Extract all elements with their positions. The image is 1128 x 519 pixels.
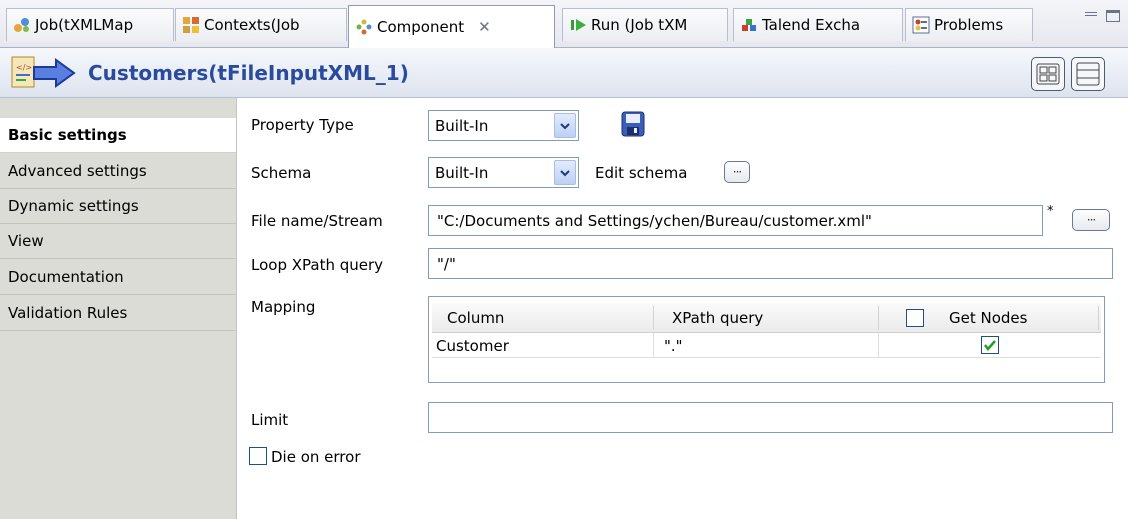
tab-label: Run (Job tXM <box>591 16 688 34</box>
file-input-xml-icon: </> <box>8 54 80 92</box>
grid-view-icon[interactable] <box>1031 57 1065 91</box>
xpath-header[interactable]: XPath query <box>672 303 763 333</box>
loop-xpath-input[interactable]: "/" <box>428 248 1113 279</box>
nav-view[interactable]: View <box>0 224 236 259</box>
table-row[interactable]: Customer "." <box>432 333 1101 358</box>
file-name-input[interactable]: "C:/Documents and Settings/ychen/Bureau/… <box>428 205 1043 236</box>
tab-label: Job(tXMLMap <box>35 16 134 34</box>
schema-label: Schema <box>251 164 312 182</box>
mapping-table-header: Column XPath query Get Nodes <box>432 303 1101 333</box>
editor-tab-bar: Job(tXMLMap Contexts(Job Component ✕ Run… <box>0 0 1128 48</box>
component-title-bar: </> Customers(tFileInputXML_1) <box>0 48 1128 98</box>
contexts-icon <box>182 16 200 34</box>
tab-talend-exchange[interactable]: Talend Excha <box>733 8 903 41</box>
schema-select[interactable]: Built-In <box>428 157 579 188</box>
tab-label: Contexts(Job <box>204 16 300 34</box>
file-name-label: File name/Stream <box>251 212 383 230</box>
tab-label: Talend Excha <box>762 16 861 34</box>
schema-value: Built-In <box>435 163 489 182</box>
nav-validation-rules[interactable]: Validation Rules <box>0 296 236 331</box>
save-icon[interactable] <box>619 110 647 138</box>
tab-job[interactable]: Job(tXMLMap <box>6 8 174 41</box>
limit-input[interactable] <box>428 402 1113 433</box>
property-type-label: Property Type <box>251 116 354 134</box>
chevron-down-icon[interactable] <box>554 113 576 138</box>
list-view-icon[interactable] <box>1071 57 1105 91</box>
job-icon <box>13 16 31 34</box>
minimize-icon[interactable] <box>1084 10 1098 22</box>
nav-dynamic-settings[interactable]: Dynamic settings <box>0 189 236 224</box>
xpath-cell[interactable]: "." <box>664 333 683 358</box>
mapping-table: Column XPath query Get Nodes Customer ".… <box>428 296 1105 383</box>
nav-advanced-settings[interactable]: Advanced settings <box>0 154 236 189</box>
problems-icon <box>912 16 930 34</box>
property-type-select[interactable]: Built-In <box>428 110 579 141</box>
die-on-error-label: Die on error <box>271 448 361 466</box>
loop-xpath-label: Loop XPath query <box>251 256 384 274</box>
tab-label: Problems <box>934 16 1004 34</box>
exchange-icon <box>740 16 758 34</box>
component-icon <box>355 18 373 36</box>
limit-label: Limit <box>251 411 289 429</box>
tab-label: Component <box>377 18 465 36</box>
property-type-value: Built-In <box>435 116 489 135</box>
close-tab-icon[interactable]: ✕ <box>478 18 491 36</box>
settings-sidebar: Basic settings Advanced settings Dynamic… <box>0 98 237 519</box>
tab-problems[interactable]: Problems <box>905 8 1033 41</box>
column-header[interactable]: Column <box>447 303 504 333</box>
nav-basic-settings[interactable]: Basic settings <box>0 118 236 153</box>
column-cell[interactable]: Customer <box>436 333 509 358</box>
checkmark-icon <box>984 340 996 351</box>
get-nodes-header[interactable]: Get Nodes <box>949 303 1027 333</box>
tab-component[interactable]: Component ✕ <box>348 5 555 48</box>
maximize-icon[interactable] <box>1106 10 1120 22</box>
run-icon <box>569 16 587 34</box>
svg-text:</>: </> <box>16 63 32 72</box>
edit-schema-button[interactable]: ··· <box>724 161 750 183</box>
window-controls <box>1084 10 1120 22</box>
browse-file-button[interactable]: ··· <box>1072 209 1110 231</box>
chevron-down-icon[interactable] <box>554 160 576 185</box>
get-nodes-select-all-checkbox[interactable] <box>906 309 924 327</box>
get-nodes-checkbox[interactable] <box>981 336 999 354</box>
die-on-error-checkbox[interactable] <box>249 447 267 465</box>
mapping-label: Mapping <box>251 298 316 316</box>
tab-run[interactable]: Run (Job tXM <box>562 8 728 41</box>
edit-schema-label: Edit schema <box>595 164 688 182</box>
tab-contexts[interactable]: Contexts(Job <box>175 8 347 41</box>
component-title: Customers(tFileInputXML_1) <box>88 61 409 85</box>
nav-documentation[interactable]: Documentation <box>0 260 236 295</box>
required-mark: * <box>1047 204 1054 219</box>
